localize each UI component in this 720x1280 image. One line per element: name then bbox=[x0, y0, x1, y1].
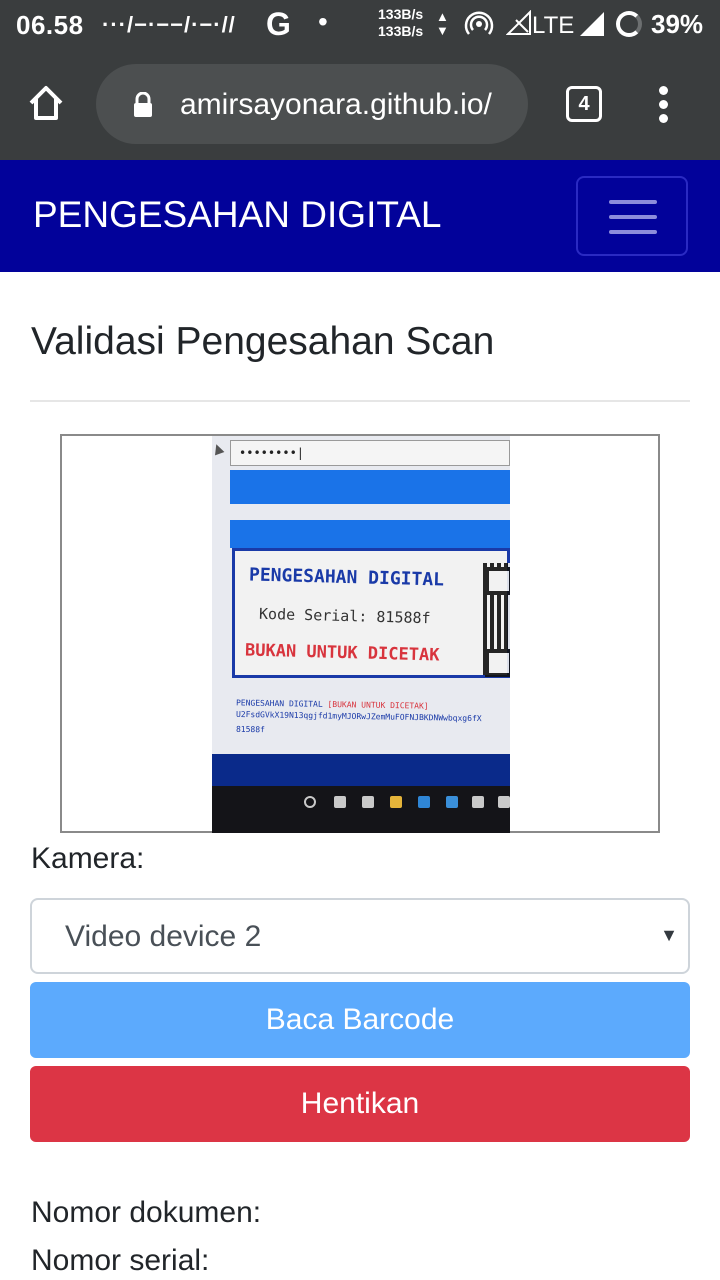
captured-serial-text: 81588f bbox=[235, 724, 265, 735]
site-navbar: PENGESAHAN DIGITAL bbox=[0, 160, 720, 272]
serial-number-label: Nomor serial: bbox=[31, 1244, 210, 1277]
stop-button[interactable]: Hentikan bbox=[30, 1066, 690, 1142]
network-speed-up: 133B/s bbox=[378, 6, 424, 22]
battery-percent: 39% bbox=[651, 9, 704, 39]
camera-video: ••••••••| PENGESAHAN DIGITAL Kode Serial… bbox=[212, 436, 510, 833]
camera-label: Kamera: bbox=[31, 842, 145, 875]
taskbar-icon bbox=[472, 796, 484, 808]
battery-icon bbox=[616, 11, 642, 37]
address-bar[interactable]: amirsayonara.github.io/ bbox=[96, 64, 528, 144]
network-type-label: LTE bbox=[532, 12, 575, 39]
taskbar-icon bbox=[362, 796, 374, 808]
captured-cipher-text: U2FsdGVkX19N13qgjfd1myMJORwJZemMuFOFNJBK… bbox=[235, 709, 482, 724]
dropdown-arrow-icon: ▼ bbox=[660, 925, 678, 945]
captured-desktop-bg bbox=[212, 754, 510, 786]
taskbar-icon bbox=[418, 796, 430, 808]
network-type: LTE bbox=[505, 9, 575, 40]
taskbar-icon bbox=[390, 796, 402, 808]
google-icon: G bbox=[266, 6, 291, 42]
lock-icon bbox=[134, 92, 152, 117]
taskbar-icon bbox=[446, 796, 458, 808]
browser-toolbar: amirsayonara.github.io/ 4 bbox=[0, 50, 720, 160]
tab-switcher-button[interactable]: 4 bbox=[566, 86, 602, 122]
document-number-label: Nomor dokumen: bbox=[31, 1196, 262, 1229]
browser-menu-icon[interactable] bbox=[657, 86, 669, 126]
page-title: Validasi Pengesahan Scan bbox=[31, 320, 495, 363]
hamburger-icon-line bbox=[609, 200, 657, 204]
camera-select-value: Video device 2 bbox=[65, 920, 262, 953]
captured-stamp: PENGESAHAN DIGITAL Kode Serial: 81588f B… bbox=[232, 548, 510, 678]
taskbar-icon bbox=[304, 796, 316, 808]
taskbar-icon bbox=[334, 796, 346, 808]
signal-icon bbox=[580, 12, 604, 36]
captured-text-red: [BUKAN UNTUK DICETAK] bbox=[327, 699, 429, 711]
stamp-serial: Kode Serial: 81588f bbox=[258, 604, 431, 628]
status-time: 06.58 bbox=[16, 10, 84, 40]
cursor-icon bbox=[212, 442, 225, 456]
hamburger-icon-line bbox=[609, 230, 657, 234]
qr-code bbox=[483, 563, 510, 677]
captured-text-blue: PENGESAHAN DIGITAL bbox=[235, 698, 328, 709]
captured-text-line: PENGESAHAN DIGITAL [BUKAN UNTUK DICETAK] bbox=[236, 698, 429, 710]
hotspot-icon bbox=[464, 11, 494, 35]
navbar-toggle-button[interactable] bbox=[576, 176, 688, 256]
captured-taskbar bbox=[212, 786, 510, 833]
read-barcode-button[interactable]: Baca Barcode bbox=[30, 982, 690, 1058]
network-speed: 133B/s 133B/s bbox=[378, 6, 423, 40]
camera-select[interactable]: Video device 2 ▼ bbox=[30, 898, 690, 974]
scanner-preview: ••••••••| PENGESAHAN DIGITAL Kode Serial… bbox=[60, 434, 660, 833]
captured-blue-button bbox=[230, 470, 510, 504]
captured-blue-button bbox=[230, 520, 510, 548]
stamp-title: PENGESAHAN DIGITAL bbox=[248, 564, 445, 591]
status-network-name: ···/−·−−/·−·// bbox=[102, 12, 236, 37]
data-arrows-icon: ▲ ▼ bbox=[436, 9, 449, 38]
stamp-warning: BUKAN UNTUK DICETAK bbox=[244, 640, 440, 666]
divider bbox=[30, 400, 690, 402]
home-icon[interactable] bbox=[26, 83, 66, 123]
status-bar: 06.58 ···/−·−−/·−·// G • 133B/s 133B/s ▲… bbox=[0, 0, 720, 50]
url-text[interactable]: amirsayonara.github.io/ bbox=[180, 88, 492, 122]
taskbar-icon bbox=[498, 796, 510, 808]
network-speed-down: 133B/s bbox=[378, 23, 424, 39]
notification-dot-icon: • bbox=[318, 6, 328, 37]
captured-password-field: ••••••••| bbox=[230, 440, 510, 466]
captured-screen: ••••••••| PENGESAHAN DIGITAL Kode Serial… bbox=[212, 436, 510, 776]
navbar-brand[interactable]: PENGESAHAN DIGITAL bbox=[33, 194, 441, 236]
no-signal-icon bbox=[505, 9, 531, 35]
hamburger-icon-line bbox=[609, 215, 657, 219]
